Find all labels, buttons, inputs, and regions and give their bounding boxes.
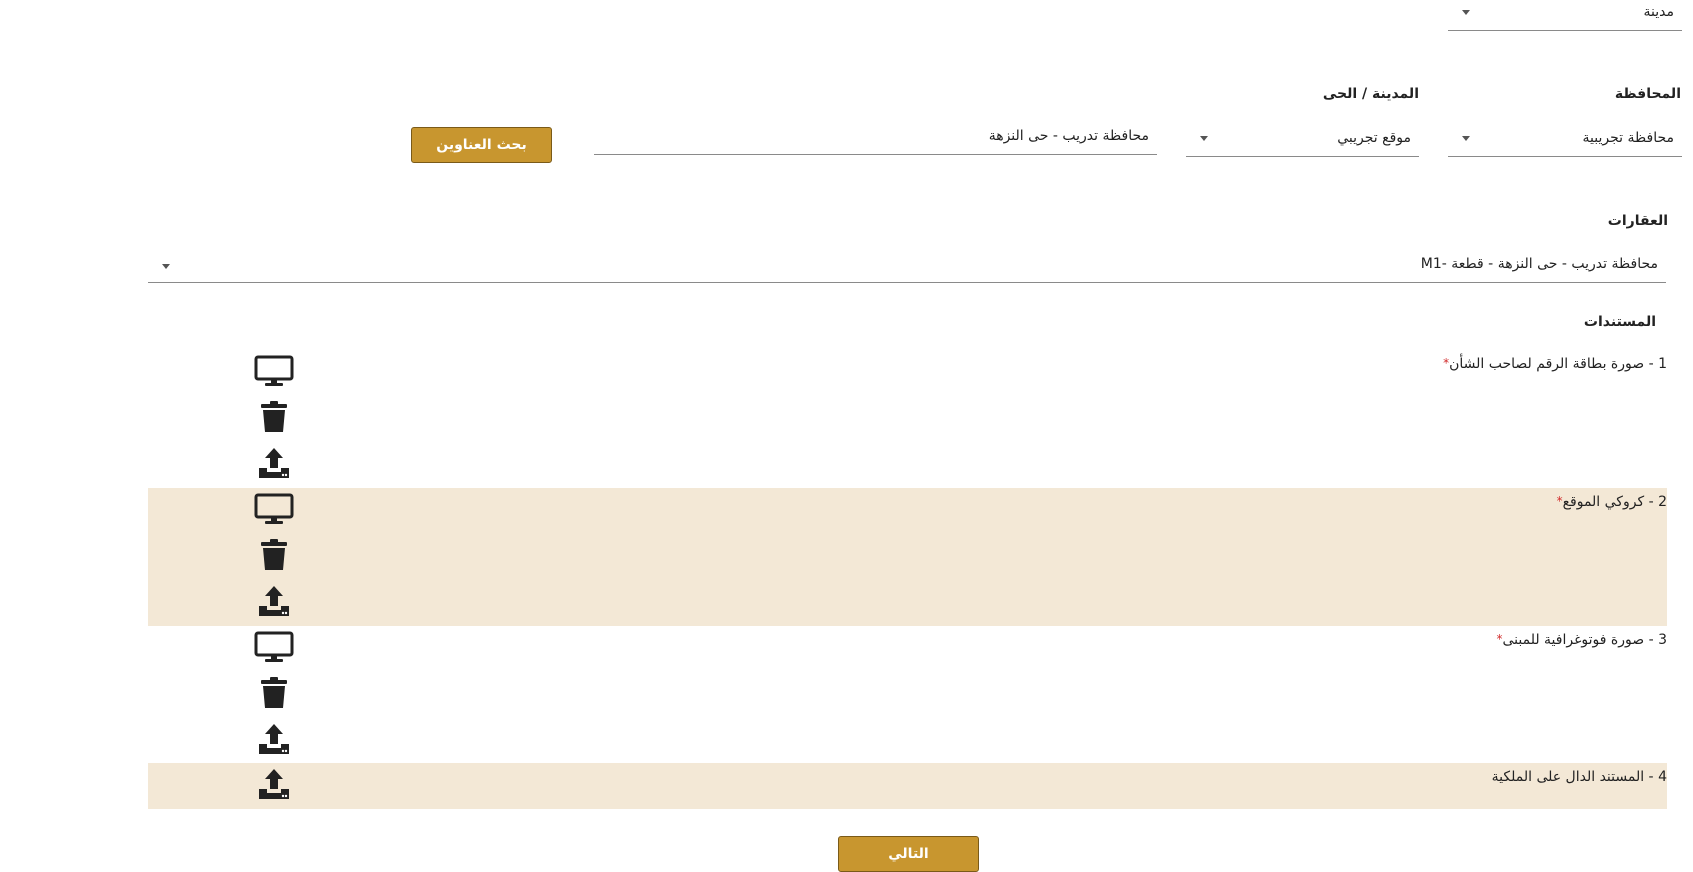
properties-label: العقارات	[1607, 213, 1668, 229]
document-title-text: 3 - صورة فوتوغرافية للمبنى	[1502, 632, 1667, 648]
trash-icon[interactable]	[260, 677, 288, 713]
upload-icon[interactable]	[257, 768, 291, 804]
document-title: 3 - صورة فوتوغرافية للمبنى*	[1492, 632, 1667, 648]
next-button[interactable]: التالي	[838, 836, 979, 872]
document-row: 1 - صورة بطاقة الرقم لصاحب الشأن*	[148, 350, 1667, 488]
properties-select-value: محافظة تدريب - حى النزهة - قطعة -M1	[1420, 256, 1658, 272]
document-title-text: 4 - المستند الدال على الملكية	[1491, 769, 1667, 785]
trash-icon[interactable]	[260, 401, 288, 437]
chevron-down-icon	[162, 264, 170, 269]
trash-icon[interactable]	[260, 539, 288, 575]
documents-label: المستندات	[1583, 314, 1656, 330]
city-top-select[interactable]: مدينة	[1448, 4, 1682, 31]
chevron-down-icon	[1200, 136, 1208, 141]
document-title: 1 - صورة بطاقة الرقم لصاحب الشأن*	[1439, 356, 1667, 372]
chevron-down-icon	[1462, 10, 1470, 15]
document-row: 3 - صورة فوتوغرافية للمبنى*	[148, 626, 1667, 763]
governorate-select-value: محافظة تجريبية	[1582, 130, 1674, 146]
properties-select[interactable]: محافظة تدريب - حى النزهة - قطعة -M1	[148, 256, 1666, 283]
city-district-label: المدينة / الحى	[1322, 86, 1419, 102]
city-district-select-value: موقع تجريبي	[1337, 130, 1411, 146]
document-row: 2 - كروكي الموقع*	[148, 488, 1667, 626]
address-input[interactable]: محافظة تدريب - حى النزهة	[594, 128, 1157, 155]
document-title-text: 2 - كروكي الموقع	[1562, 494, 1667, 510]
upload-icon[interactable]	[257, 585, 291, 621]
monitor-icon[interactable]	[254, 631, 294, 667]
document-title: 2 - كروكي الموقع*	[1553, 494, 1667, 510]
document-title-text: 1 - صورة بطاقة الرقم لصاحب الشأن	[1449, 356, 1667, 372]
search-addresses-button[interactable]: بحث العناوين	[411, 127, 552, 163]
chevron-down-icon	[1462, 136, 1470, 141]
upload-icon[interactable]	[257, 447, 291, 483]
monitor-icon[interactable]	[254, 493, 294, 529]
monitor-icon[interactable]	[254, 355, 294, 391]
address-input-value: محافظة تدريب - حى النزهة	[988, 128, 1149, 144]
city-top-select-value: مدينة	[1643, 4, 1674, 20]
governorate-label: المحافظة	[1614, 86, 1681, 102]
city-district-select[interactable]: موقع تجريبي	[1186, 130, 1419, 157]
document-row: 4 - المستند الدال على الملكية	[148, 763, 1667, 809]
upload-icon[interactable]	[257, 723, 291, 759]
document-title: 4 - المستند الدال على الملكية	[1492, 769, 1667, 785]
governorate-select[interactable]: محافظة تجريبية	[1448, 130, 1682, 157]
